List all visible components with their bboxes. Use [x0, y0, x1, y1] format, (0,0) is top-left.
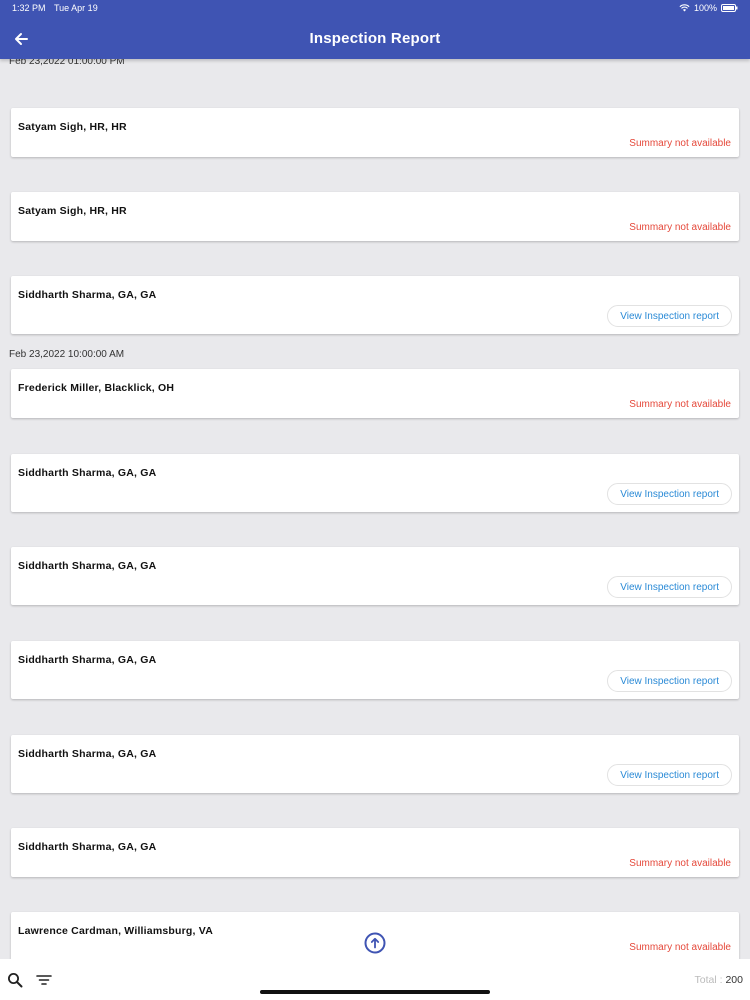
record-card[interactable]: Siddharth Sharma, GA, GA View Inspection…	[11, 547, 739, 605]
date-header: Feb 23,2022 01:00:00 PM	[9, 59, 125, 67]
record-card[interactable]: Siddharth Sharma, GA, GA View Inspection…	[11, 454, 739, 512]
summary-status: Summary not available	[629, 222, 731, 233]
summary-status: Summary not available	[629, 138, 731, 149]
total-count: Total : 200	[695, 974, 743, 986]
total-label: Total :	[694, 974, 726, 986]
summary-status: Summary not available	[629, 399, 731, 410]
record-card[interactable]: Siddharth Sharma, GA, GA View Inspection…	[11, 735, 739, 793]
inspection-list[interactable]: Feb 23,2022 01:00:00 PM Satyam Sigh, HR,…	[0, 59, 750, 959]
search-icon[interactable]	[7, 972, 23, 988]
status-time: 1:32 PM	[12, 3, 46, 13]
battery-percentage: 100%	[693, 3, 717, 13]
view-inspection-report-button[interactable]: View Inspection report	[607, 576, 732, 598]
view-inspection-report-button[interactable]: View Inspection report	[607, 670, 732, 692]
date-header: Feb 23,2022 10:00:00 AM	[9, 349, 125, 360]
record-name: Frederick Miller, Blacklick, OH	[18, 382, 175, 394]
record-name: Siddharth Sharma, GA, GA	[18, 748, 157, 760]
record-card[interactable]: Satyam Sigh, HR, HR Summary not availabl…	[11, 108, 739, 157]
app-header: 1:32 PM Tue Apr 19 100% Inspection Repor…	[0, 0, 750, 59]
status-indicators: 100%	[679, 3, 738, 13]
view-inspection-report-button[interactable]: View Inspection report	[607, 483, 732, 505]
battery-icon	[721, 4, 738, 12]
record-name: Satyam Sigh, HR, HR	[18, 121, 127, 133]
record-name: Lawrence Cardman, Williamsburg, VA	[18, 925, 213, 937]
view-inspection-report-button[interactable]: View Inspection report	[607, 305, 732, 327]
record-name: Satyam Sigh, HR, HR	[18, 205, 127, 217]
home-indicator	[260, 990, 490, 994]
bottom-toolbar: Total : 200	[0, 959, 750, 1000]
summary-status: Summary not available	[629, 942, 731, 953]
record-card[interactable]: Siddharth Sharma, GA, GA View Inspection…	[11, 276, 739, 334]
record-card[interactable]: Siddharth Sharma, GA, GA Summary not ava…	[11, 828, 739, 877]
record-card[interactable]: Satyam Sigh, HR, HR Summary not availabl…	[11, 192, 739, 241]
record-name: Siddharth Sharma, GA, GA	[18, 654, 157, 666]
scroll-to-top-icon[interactable]	[364, 932, 386, 954]
status-date: Tue Apr 19	[54, 3, 98, 13]
record-card[interactable]: Siddharth Sharma, GA, GA View Inspection…	[11, 641, 739, 699]
record-card[interactable]: Frederick Miller, Blacklick, OH Summary …	[11, 369, 739, 418]
summary-status: Summary not available	[629, 858, 731, 869]
wifi-icon	[679, 4, 690, 12]
filter-icon[interactable]	[36, 973, 52, 987]
record-name: Siddharth Sharma, GA, GA	[18, 289, 157, 301]
record-name: Siddharth Sharma, GA, GA	[18, 467, 157, 479]
record-name: Siddharth Sharma, GA, GA	[18, 560, 157, 572]
record-name: Siddharth Sharma, GA, GA	[18, 841, 157, 853]
view-inspection-report-button[interactable]: View Inspection report	[607, 764, 732, 786]
total-value: 200	[725, 974, 743, 986]
page-title: Inspection Report	[309, 30, 441, 47]
